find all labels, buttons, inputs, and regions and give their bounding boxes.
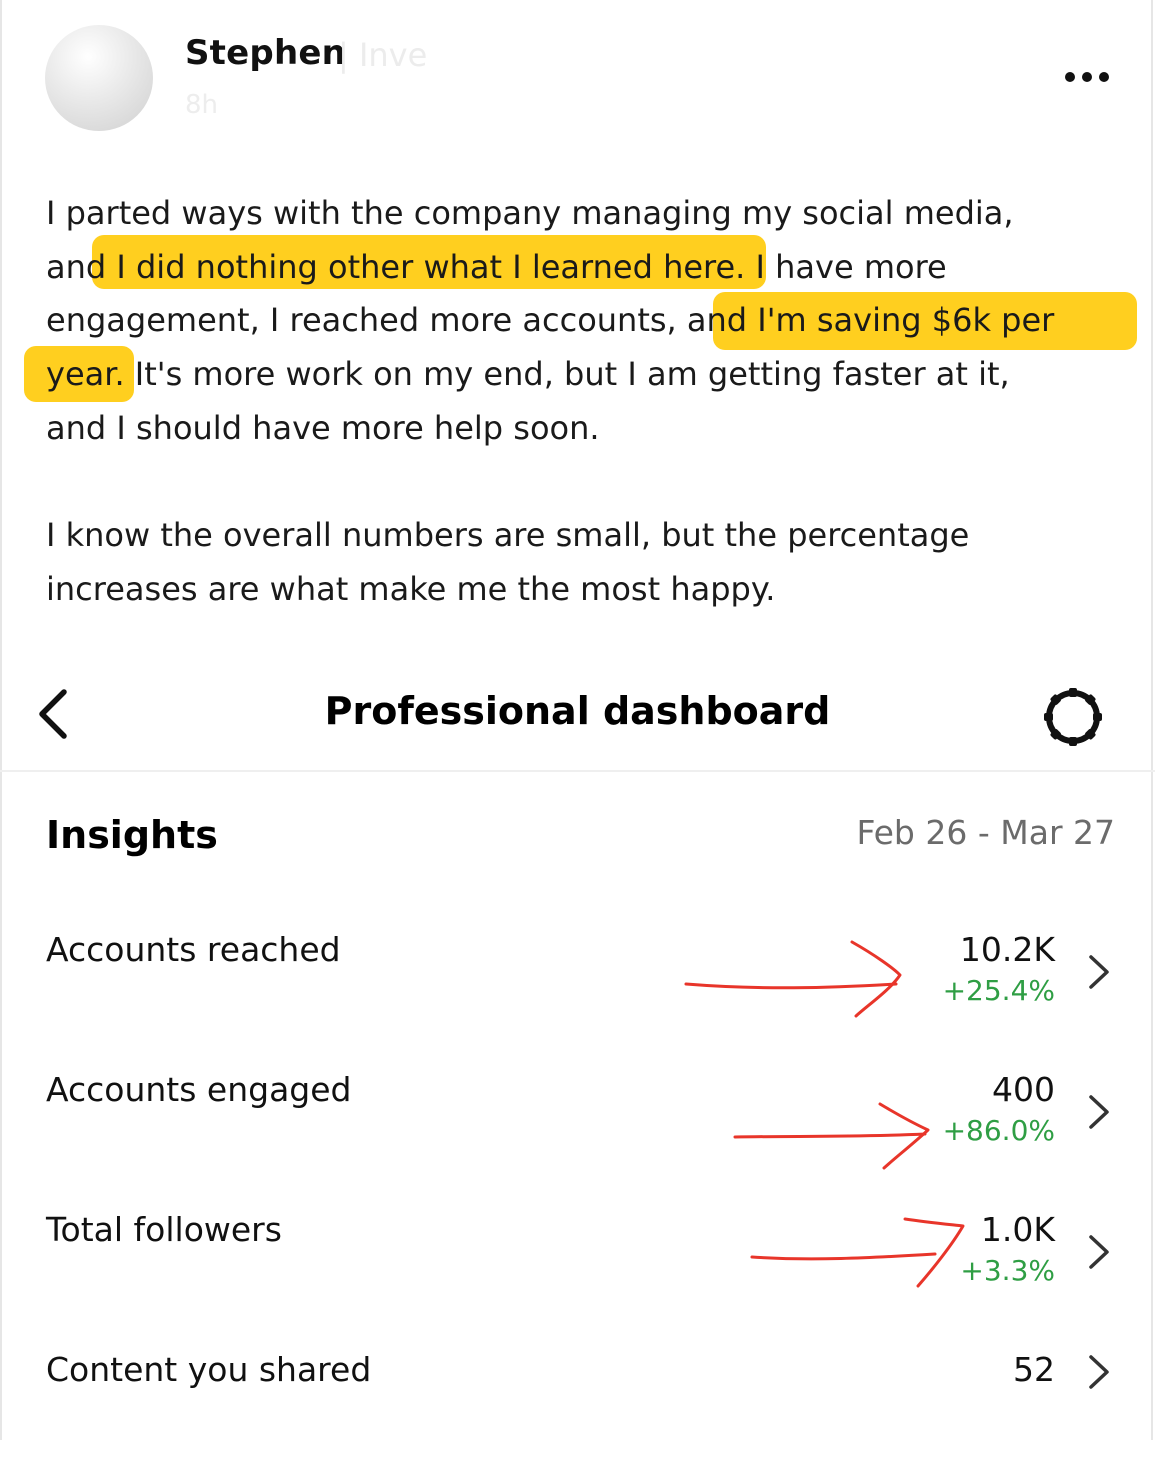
insight-row-total-followers[interactable]: Total followers 1.0K +3.3% xyxy=(0,1210,1155,1320)
insight-change: +3.3% xyxy=(960,1254,1055,1287)
avatar[interactable] xyxy=(45,25,153,131)
post-author-name[interactable]: Stephen xyxy=(185,33,346,73)
insight-label: Content you shared xyxy=(46,1350,372,1389)
post-line: engagement, I reached more accounts, and… xyxy=(46,301,1055,340)
post-paragraph: I parted ways with the company managing … xyxy=(46,187,1126,456)
dashboard-header: Professional dashboard xyxy=(0,672,1155,772)
chevron-right-icon xyxy=(1089,955,1109,989)
gear-icon xyxy=(1044,688,1102,746)
insight-value: 52 xyxy=(1013,1350,1055,1389)
post-line: and I did nothing other what I learned h… xyxy=(46,247,947,286)
insight-value: 1.0K xyxy=(980,1210,1055,1249)
insight-value: 10.2K xyxy=(959,930,1055,969)
insights-heading: Insights xyxy=(46,813,218,857)
date-range-selector[interactable]: Feb 26 - Mar 27 xyxy=(856,813,1115,852)
chevron-right-icon xyxy=(1089,1235,1109,1269)
settings-button[interactable] xyxy=(1040,684,1106,750)
post-line: and I should have more help soon. xyxy=(46,408,600,447)
post-line: year. It's more work on my end, but I am… xyxy=(46,355,1010,394)
post-author-suffix: | Inve xyxy=(338,36,428,74)
chevron-right-icon xyxy=(1089,1355,1109,1389)
insight-row-content-shared[interactable]: Content you shared 52 xyxy=(0,1350,1155,1460)
post-paragraph: I know the overall numbers are small, bu… xyxy=(46,509,1126,616)
insight-label: Accounts engaged xyxy=(46,1070,352,1109)
insight-value: 400 xyxy=(992,1070,1055,1109)
insight-row-accounts-engaged[interactable]: Accounts engaged 400 +86.0% xyxy=(0,1070,1155,1180)
insight-change: +86.0% xyxy=(942,1114,1055,1147)
insight-row-accounts-reached[interactable]: Accounts reached 10.2K +25.4% xyxy=(0,930,1155,1040)
insight-label: Total followers xyxy=(46,1210,282,1249)
insight-label: Accounts reached xyxy=(46,930,341,969)
post-timestamp: 8h xyxy=(185,90,219,120)
post-line: increases are what make me the most happ… xyxy=(46,569,776,608)
chevron-right-icon xyxy=(1089,1095,1109,1129)
more-options-button[interactable] xyxy=(1062,62,1112,92)
post-line: I know the overall numbers are small, bu… xyxy=(46,516,970,554)
insight-change: +25.4% xyxy=(942,974,1055,1007)
post-line: I parted ways with the company managing … xyxy=(46,194,1014,232)
page-title: Professional dashboard xyxy=(324,689,831,733)
